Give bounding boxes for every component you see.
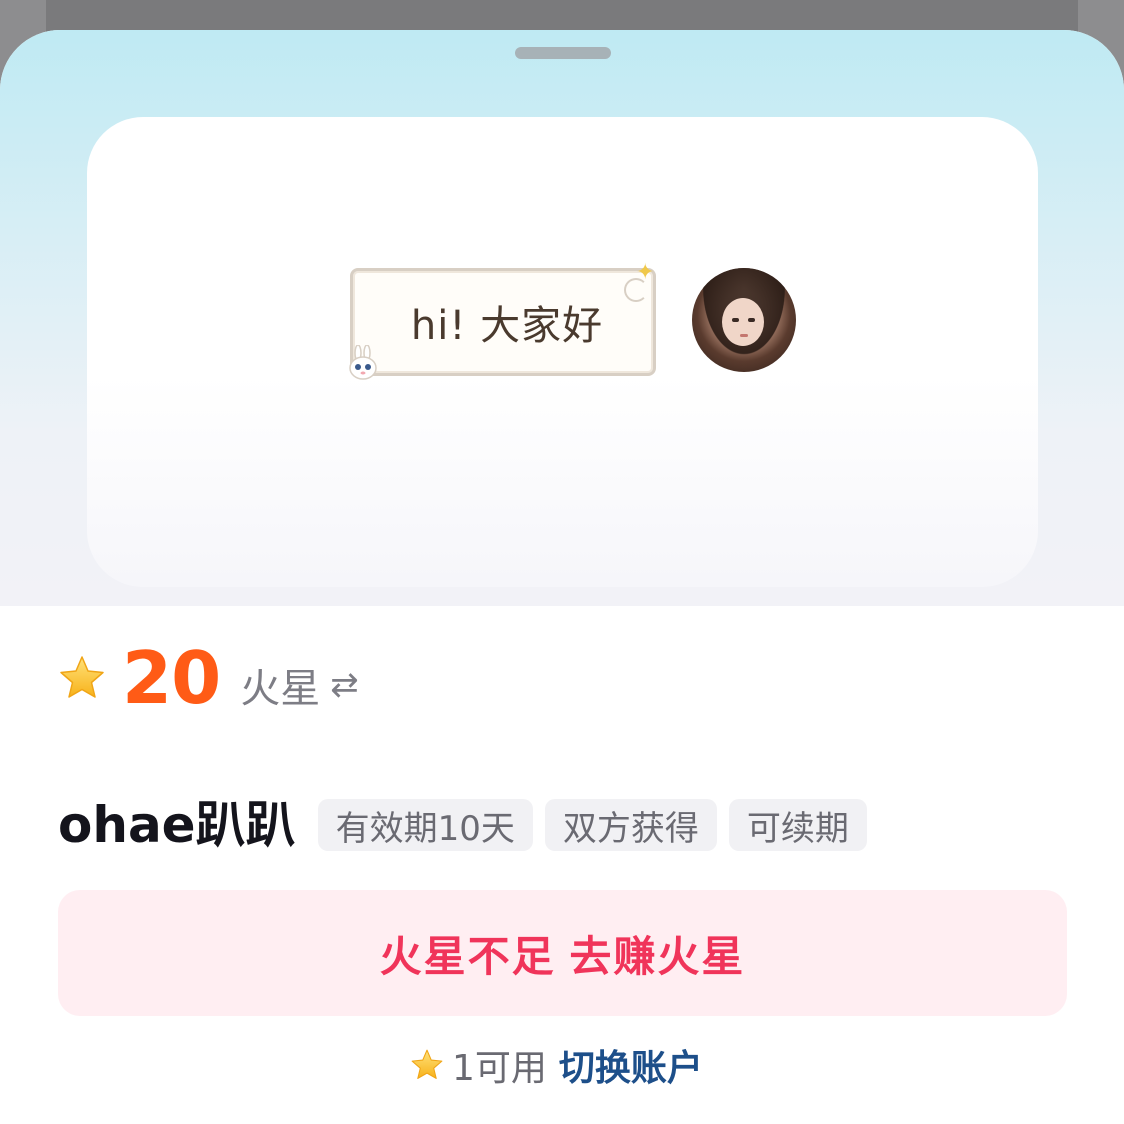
bubble-text: hi! 大家好 xyxy=(410,303,604,349)
avatar-face xyxy=(722,298,764,346)
bunny-icon xyxy=(349,345,377,380)
available-count: 1可用 xyxy=(452,1048,547,1089)
item-name: ohae趴趴 xyxy=(58,796,296,854)
chat-bubble-preview: hi! 大家好 xyxy=(350,268,656,376)
footer-row: 1可用 切换账户 xyxy=(410,1040,703,1090)
tag-renewable: 可续期 xyxy=(728,799,867,851)
avatar-eye xyxy=(732,318,739,322)
swirl-icon xyxy=(624,278,648,302)
avatar xyxy=(692,268,796,372)
earn-stars-button[interactable]: 火星不足 去赚火星 xyxy=(58,890,1067,1016)
switch-account-link[interactable]: 切换账户 xyxy=(559,1039,703,1091)
avatar-eye xyxy=(748,318,755,322)
price-value: 20 xyxy=(122,636,221,720)
currency-label: 火星 xyxy=(240,666,321,712)
tag-both-receive: 双方获得 xyxy=(544,799,717,851)
item-title-row: ohae趴趴 有效期10天 双方获得 可续期 xyxy=(58,796,879,854)
star-icon xyxy=(60,656,104,698)
tag-validity: 有效期10天 xyxy=(317,799,533,851)
price-row: 20 火星 ⇄ xyxy=(58,638,359,718)
avatar-mouth xyxy=(740,334,748,337)
sheet-grab-handle[interactable] xyxy=(515,47,611,59)
star-icon xyxy=(411,1049,443,1079)
swap-icon[interactable]: ⇄ xyxy=(330,665,359,705)
